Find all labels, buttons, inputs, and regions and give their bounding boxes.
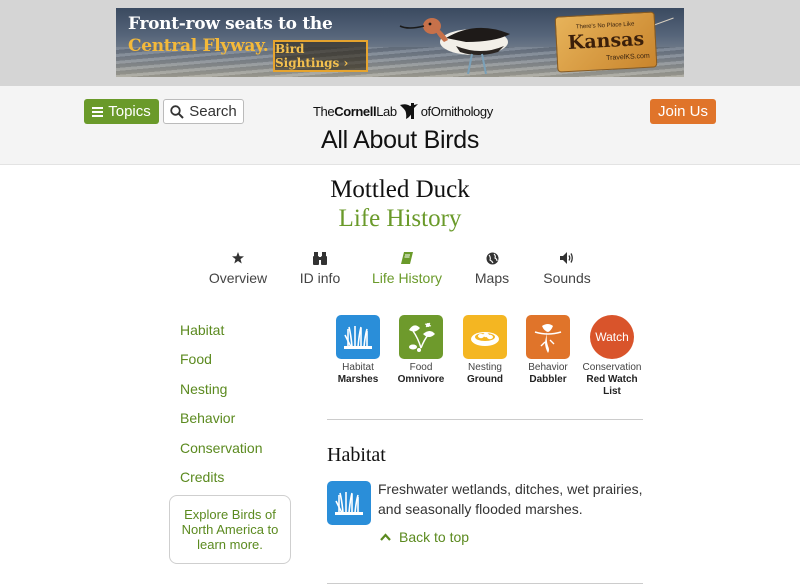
marsh-icon <box>327 481 371 525</box>
tab-sounds-label: Sounds <box>543 270 591 286</box>
chevron-up-icon <box>380 533 391 541</box>
logo-of: of <box>420 103 431 119</box>
binoculars-icon <box>295 252 345 270</box>
side-nav-behavior[interactable]: Behavior <box>180 410 235 426</box>
kansas-tag: There's No Place Like Kansas TravelKS.co… <box>554 11 658 73</box>
badge-conservation[interactable]: Watch Conservation Red Watch List <box>575 315 649 398</box>
side-nav-nesting[interactable]: Nesting <box>180 381 227 397</box>
search-icon <box>170 104 184 119</box>
topics-label: Topics <box>108 103 151 120</box>
badge-food-value: Omnivore <box>397 374 445 385</box>
join-us-button[interactable]: Join Us <box>650 99 716 124</box>
site-header: Topics Search The Cornell Lab of Ornitholog… <box>0 86 800 165</box>
dabbler-icon <box>526 315 570 359</box>
habitat-description: Freshwater wetlands, ditches, wet prairi… <box>378 481 643 517</box>
logo-ornithology: Ornithology <box>430 103 493 119</box>
search-button[interactable]: Search <box>163 99 244 124</box>
topics-button[interactable]: Topics <box>84 99 159 124</box>
back-to-top-label: Back to top <box>399 529 470 545</box>
cornell-lab-logo[interactable]: The Cornell Lab of Ornithology <box>313 102 493 120</box>
badge-behavior-category: Behavior <box>528 362 568 373</box>
badge-conservation-value: Red Watch List <box>586 374 638 397</box>
tab-overview[interactable]: Overview <box>208 252 268 286</box>
back-to-top-link[interactable]: Back to top <box>380 529 469 545</box>
cornell-bird-logo-icon <box>399 103 418 119</box>
side-nav-credits[interactable]: Credits <box>180 469 224 485</box>
badge-behavior-value: Dabbler <box>529 374 567 385</box>
logo-the: The <box>313 103 335 119</box>
omnivore-icon <box>399 315 443 359</box>
badge-conservation-category: Conservation <box>582 362 642 373</box>
page-subtitle: Life History <box>338 205 462 232</box>
ad-subheadline: Central Flyway. <box>128 36 269 56</box>
kansas-ad-banner[interactable]: Front-row seats to the Central Flyway. B… <box>116 8 684 77</box>
tab-sounds[interactable]: Sounds <box>540 252 594 286</box>
ad-headline: Front-row seats to the <box>128 14 333 34</box>
logo-cornell: Cornell <box>334 103 377 119</box>
side-nav-conservation[interactable]: Conservation <box>180 440 263 456</box>
logo-lab: Lab <box>376 103 397 119</box>
side-nav-food[interactable]: Food <box>180 351 212 367</box>
tab-overview-label: Overview <box>208 270 268 286</box>
side-nav-habitat[interactable]: Habitat <box>180 322 224 338</box>
ad-band: Front-row seats to the Central Flyway. B… <box>0 0 800 86</box>
ad-tag-url: TravelKS.com <box>605 52 650 63</box>
badge-behavior[interactable]: Behavior Dabbler <box>511 315 585 386</box>
tab-maps[interactable]: Maps <box>472 252 512 286</box>
badge-food[interactable]: Food Omnivore <box>384 315 458 386</box>
divider <box>327 419 643 420</box>
menu-icon <box>92 106 104 117</box>
tab-id-info-label: ID info <box>299 270 341 286</box>
search-label: Search <box>189 103 237 120</box>
species-name: Mottled Duck <box>330 176 470 203</box>
explore-birds-button[interactable]: Explore Birds of North America to learn … <box>169 495 291 564</box>
star-icon <box>208 252 268 270</box>
ad-bird-sightings-button[interactable]: Bird Sightings › <box>273 40 368 72</box>
marsh-icon <box>336 315 380 359</box>
tab-maps-label: Maps <box>474 270 510 286</box>
divider <box>327 583 643 584</box>
tab-life-history-label: Life History <box>371 270 443 286</box>
tab-life-history[interactable]: Life History <box>370 252 444 286</box>
site-title[interactable]: All About Birds <box>0 126 800 155</box>
tab-id-info[interactable]: ID info <box>295 252 345 286</box>
habitat-heading: Habitat <box>327 444 386 466</box>
watch-icon: Watch <box>590 315 634 359</box>
book-icon <box>370 252 444 270</box>
speaker-icon <box>540 252 594 270</box>
globe-icon <box>472 252 512 270</box>
badge-food-category: Food <box>409 362 433 373</box>
ground-nest-icon <box>463 315 507 359</box>
avocet-bird-image <box>399 18 510 74</box>
ad-tag-kansas: Kansas <box>567 28 645 54</box>
